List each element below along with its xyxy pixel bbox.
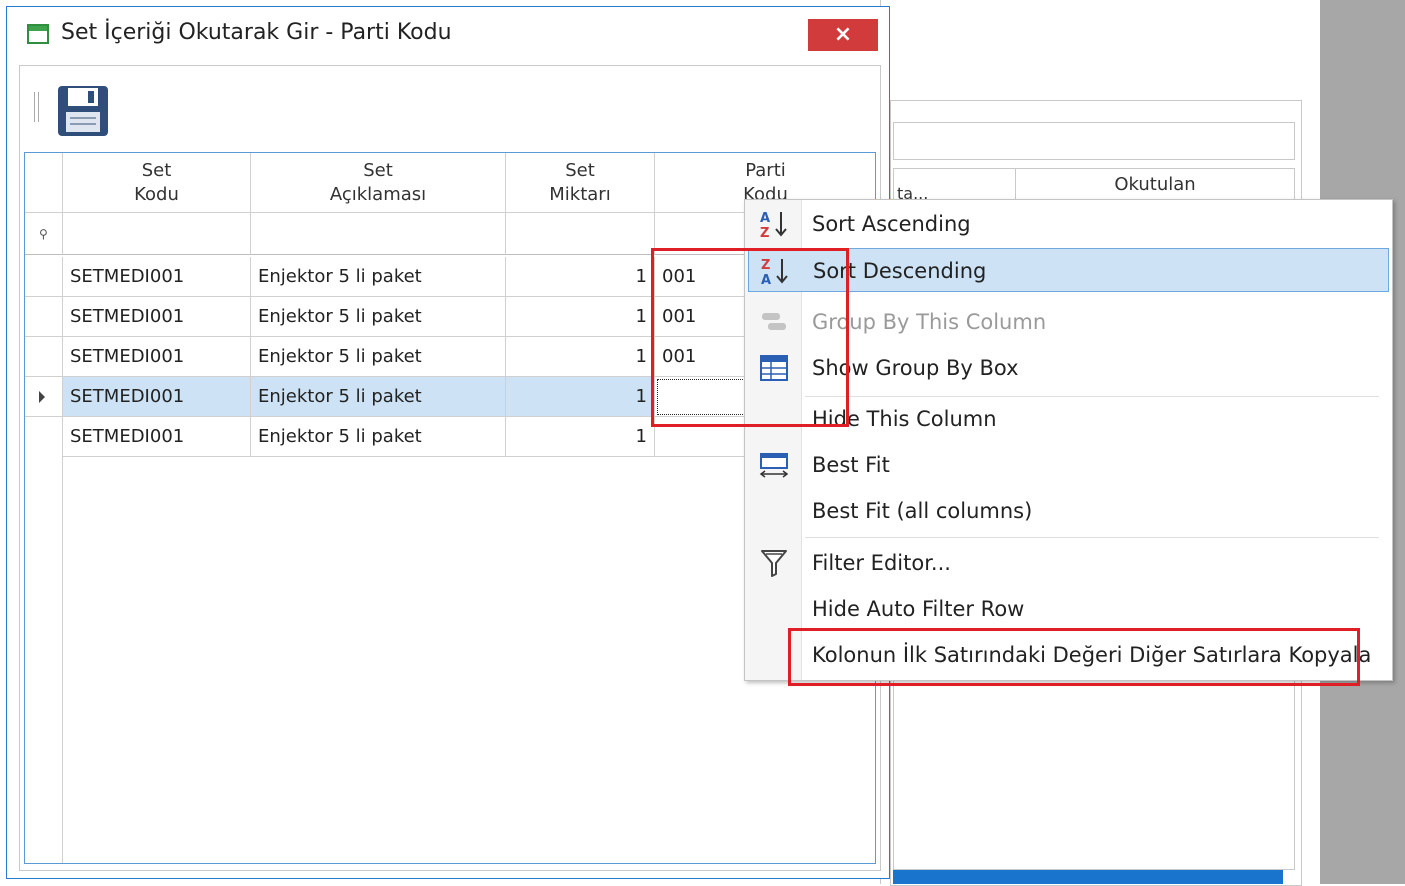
cell-set-aciklamasi[interactable]: Enjektor 5 li paket: [251, 377, 506, 417]
menu-item-label: Sort Descending: [813, 259, 987, 283]
toolbar-grip[interactable]: [34, 92, 39, 122]
window-icon: [27, 24, 49, 44]
best-fit-icon: [759, 453, 789, 478]
menu-item-best-fit[interactable]: Best Fit: [748, 443, 1389, 487]
cell-set-miktari[interactable]: 1: [506, 417, 655, 457]
filter-cell-set-kodu[interactable]: [63, 213, 251, 255]
close-button[interactable]: ×: [808, 19, 878, 51]
sort-ascending-icon: A Z: [760, 211, 787, 240]
cell-set-kodu[interactable]: SETMEDI001: [63, 377, 251, 417]
column-header-set-miktari[interactable]: Set Miktarı: [506, 153, 655, 213]
menu-separator: [805, 537, 1379, 538]
cell-set-miktari[interactable]: 1: [506, 297, 655, 337]
filter-row-icon: ⚲: [39, 227, 48, 241]
cell-set-miktari[interactable]: 1: [506, 377, 655, 417]
menu-item-hide-this-column[interactable]: Hide This Column: [748, 397, 1389, 441]
svg-text:Z: Z: [760, 226, 769, 240]
filter-icon: [761, 550, 787, 577]
column-context-menu: A Z Sort Ascending Z A Sort Descending G…: [744, 199, 1393, 681]
column-header-line1: Set: [141, 160, 172, 181]
background-input[interactable]: [893, 122, 1295, 160]
menu-item-label: Filter Editor...: [812, 551, 951, 575]
menu-item-hide-auto-filter-row[interactable]: Hide Auto Filter Row: [748, 587, 1389, 631]
cell-set-aciklamasi[interactable]: Enjektor 5 li paket: [251, 337, 506, 377]
cell-set-kodu[interactable]: SETMEDI001: [63, 337, 251, 377]
menu-item-label: Show Group By Box: [812, 356, 1019, 380]
title-bar[interactable]: Set İçeriği Okutarak Gir - Parti Kodu ×: [7, 7, 889, 63]
background-grid-header[interactable]: Okutulan: [1030, 174, 1280, 195]
menu-item-label: Group By This Column: [812, 310, 1047, 334]
cell-set-miktari[interactable]: 1: [506, 337, 655, 377]
column-header-line1: Set: [363, 160, 393, 181]
column-header-line1: Set: [565, 160, 595, 181]
menu-item-label: Hide This Column: [812, 407, 997, 431]
menu-item-sort-descending[interactable]: Z A Sort Descending: [748, 248, 1389, 292]
cell-set-miktari[interactable]: 1: [506, 257, 655, 297]
column-header-line1: Parti: [745, 160, 786, 181]
window-title: Set İçeriği Okutarak Gir - Parti Kodu: [61, 20, 452, 45]
filter-cell-set-aciklamasi[interactable]: [251, 213, 506, 255]
row-indicator[interactable]: [25, 257, 63, 297]
group-box-icon: [760, 355, 788, 381]
menu-item-copy-first-row-value[interactable]: Kolonun İlk Satırındaki Değeri Diğer Sat…: [748, 633, 1389, 677]
cell-set-aciklamasi[interactable]: Enjektor 5 li paket: [251, 257, 506, 297]
svg-text:A: A: [760, 211, 770, 226]
row-indicator-divider: [62, 457, 63, 863]
cell-set-kodu[interactable]: SETMEDI001: [63, 297, 251, 337]
row-indicator[interactable]: [25, 417, 63, 457]
column-header-set-kodu[interactable]: Set Kodu: [63, 153, 251, 213]
filter-cell-set-miktari[interactable]: [506, 213, 655, 255]
menu-item-filter-editor[interactable]: Filter Editor...: [748, 541, 1389, 585]
cell-set-kodu[interactable]: SETMEDI001: [63, 257, 251, 297]
column-header-line2: Kodu: [134, 184, 179, 205]
row-indicator[interactable]: [25, 337, 63, 377]
row-indicator-header: [25, 153, 63, 213]
row-indicator[interactable]: [25, 377, 63, 417]
menu-item-group-by-column[interactable]: Group By This Column: [748, 300, 1389, 344]
menu-item-label: Best Fit: [812, 453, 890, 477]
cell-set-kodu[interactable]: SETMEDI001: [63, 417, 251, 457]
column-header-set-aciklamasi[interactable]: Set Açıklaması: [251, 153, 506, 213]
save-icon: [58, 86, 108, 136]
menu-item-label: Kolonun İlk Satırındaki Değeri Diğer Sat…: [812, 643, 1372, 667]
svg-text:A: A: [761, 273, 771, 287]
sort-descending-icon: Z A: [761, 258, 788, 287]
column-header-line2: Açıklaması: [329, 184, 427, 205]
row-indicator[interactable]: [25, 297, 63, 337]
save-button[interactable]: [56, 84, 110, 138]
menu-item-label: Best Fit (all columns): [812, 499, 1033, 523]
menu-item-sort-ascending[interactable]: A Z Sort Ascending: [748, 202, 1389, 246]
group-by-icon: [762, 313, 786, 330]
menu-item-label: Sort Ascending: [812, 212, 971, 236]
cell-set-aciklamasi[interactable]: Enjektor 5 li paket: [251, 417, 506, 457]
menu-item-label: Hide Auto Filter Row: [812, 597, 1025, 621]
menu-item-show-group-by-box[interactable]: Show Group By Box: [748, 346, 1389, 390]
background-status-strip: [893, 870, 1283, 884]
svg-text:Z: Z: [761, 258, 770, 273]
cell-set-aciklamasi[interactable]: Enjektor 5 li paket: [251, 297, 506, 337]
current-row-arrow-icon: [39, 391, 45, 403]
column-header-line2: Miktarı: [549, 184, 611, 205]
menu-item-best-fit-all-columns[interactable]: Best Fit (all columns): [748, 489, 1389, 533]
